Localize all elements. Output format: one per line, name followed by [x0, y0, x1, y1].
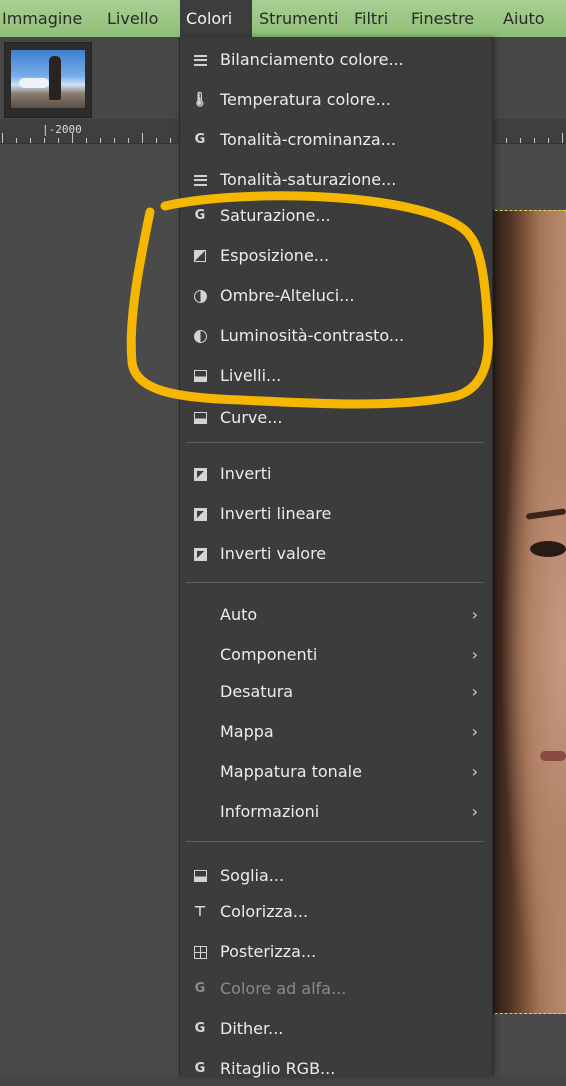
invert-icon [192, 466, 208, 482]
image-tab-thumbnail[interactable] [4, 42, 92, 118]
menu-item-shadows-highlights[interactable]: Ombre-Alteluci... [180, 279, 492, 313]
menu-separator [186, 582, 484, 583]
chevron-right-icon: › [471, 722, 478, 741]
menu-item-posterize[interactable]: Posterizza... [180, 935, 492, 969]
ruler-tick [170, 138, 171, 143]
thumbnail-image [11, 50, 85, 108]
menu-item-hue-chroma[interactable]: G Tonalità-crominanza... [180, 123, 492, 157]
gegl-g-icon: G [194, 1061, 206, 1076]
menu-item-auto[interactable]: Auto › [180, 598, 492, 632]
menu-item-dither[interactable]: G Dither... [180, 1012, 492, 1046]
thermometer-icon: 🌡 [191, 92, 209, 108]
menu-item-value-invert[interactable]: Inverti valore [180, 537, 492, 571]
menu-item-info[interactable]: Informazioni › [180, 795, 492, 829]
menu-item-hue-saturation[interactable]: Tonalità-saturazione... [180, 163, 492, 197]
ruler-tick [72, 133, 73, 143]
menu-strumenti[interactable]: Strumenti [259, 0, 338, 37]
ruler-tick [156, 138, 157, 143]
menu-separator [186, 841, 484, 842]
chevron-right-icon: › [471, 762, 478, 781]
levels-icon [192, 368, 208, 384]
menu-finestre[interactable]: Finestre [411, 0, 474, 37]
ruler-tick [562, 133, 563, 143]
ruler-tick [30, 138, 31, 143]
menu-item-levels[interactable]: Livelli... [180, 359, 492, 393]
balance-icon [192, 52, 208, 68]
posterize-icon [192, 944, 208, 960]
menu-item-invert[interactable]: Inverti [180, 457, 492, 491]
ruler-tick [520, 138, 521, 143]
ruler-tick [58, 138, 59, 143]
menu-item-threshold[interactable]: Soglia... [180, 859, 492, 893]
threshold-icon [192, 868, 208, 884]
menu-item-curves[interactable]: Curve... [180, 401, 492, 435]
menu-item-color-temperature[interactable]: 🌡 Temperatura colore... [180, 83, 492, 117]
gegl-g-icon: G [194, 1021, 206, 1036]
gegl-g-icon: G [194, 208, 206, 223]
ruler-tick [128, 138, 129, 143]
chevron-right-icon: › [471, 802, 478, 821]
colorize-icon: ⊤ [193, 904, 207, 920]
invert-icon [192, 506, 208, 522]
ruler-tick [142, 133, 143, 143]
menu-item-tone-mapping[interactable]: Mappatura tonale › [180, 755, 492, 789]
invert-icon [192, 546, 208, 562]
exposure-icon [192, 248, 208, 264]
chevron-right-icon: › [471, 645, 478, 664]
ruler-label: |-2000 [42, 123, 82, 136]
menu-item-map[interactable]: Mappa › [180, 715, 492, 749]
shadows-highlights-icon [192, 288, 208, 304]
menu-filtri[interactable]: Filtri [354, 0, 388, 37]
ruler-tick [100, 138, 101, 143]
ruler-tick [534, 138, 535, 143]
chevron-right-icon: › [471, 605, 478, 624]
canvas-photo[interactable] [490, 210, 566, 1014]
menu-item-components[interactable]: Componenti › [180, 638, 492, 672]
menu-item-linear-invert[interactable]: Inverti lineare [180, 497, 492, 531]
ruler-tick [506, 138, 507, 143]
ruler-tick [114, 138, 115, 143]
menu-aiuto[interactable]: Aiuto [503, 0, 545, 37]
ruler-tick [2, 133, 3, 143]
gegl-g-icon: G [194, 132, 206, 147]
menu-item-exposure[interactable]: Esposizione... [180, 239, 492, 273]
ruler-tick [44, 138, 45, 143]
menu-livello[interactable]: Livello [107, 0, 158, 37]
menu-item-desaturate[interactable]: Desatura › [180, 675, 492, 709]
colors-menu-dropdown: Bilanciamento colore... 🌡 Temperatura co… [179, 37, 493, 1078]
menu-colori[interactable]: Colori [180, 0, 252, 37]
chevron-right-icon: › [471, 682, 478, 701]
menu-item-brightness-contrast[interactable]: Luminosità-contrasto... [180, 319, 492, 353]
menu-item-rgb-clip[interactable]: G Ritaglio RGB... [180, 1052, 492, 1086]
menu-item-color-balance[interactable]: Bilanciamento colore... [180, 43, 492, 77]
ruler-tick [16, 138, 17, 143]
ruler-tick [548, 138, 549, 143]
menu-item-saturation[interactable]: G Saturazione... [180, 199, 492, 233]
menu-item-colorize[interactable]: ⊤ Colorizza... [180, 895, 492, 929]
gegl-g-icon: G [194, 981, 206, 996]
hue-saturation-icon [192, 172, 208, 188]
ruler-tick [86, 138, 87, 143]
menu-separator [186, 442, 484, 443]
menu-item-color-to-alpha[interactable]: G Colore ad alfa... [180, 972, 492, 1006]
menu-immagine[interactable]: Immagine [2, 0, 104, 37]
brightness-contrast-icon [192, 328, 208, 344]
menubar: Immagine Livello Colori Strumenti Filtri… [0, 0, 566, 37]
curves-icon [192, 410, 208, 426]
